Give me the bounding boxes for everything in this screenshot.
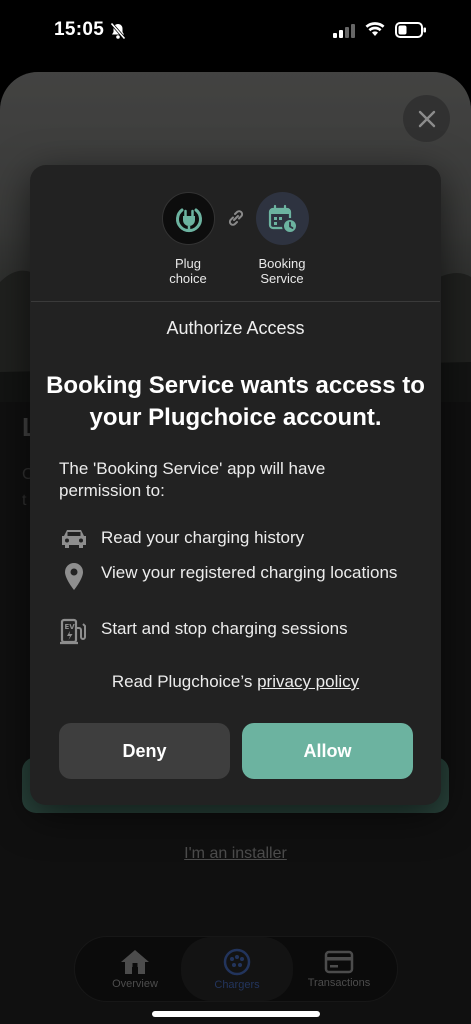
dialog-divider <box>31 301 440 302</box>
cellular-signal-icon <box>333 24 355 43</box>
plug-logo-icon <box>175 208 202 232</box>
privacy-prefix: Read Plugchoice’s <box>111 672 253 691</box>
allow-button[interactable]: Allow <box>242 723 413 779</box>
privacy-line: Read Plugchoice’s privacy policy <box>30 672 441 692</box>
car-icon <box>59 527 89 551</box>
permission-text: Start and stop charging sessions <box>101 619 348 638</box>
permission-item: Read your charging history <box>59 527 401 551</box>
status-bar: 15:05 <box>0 0 471 62</box>
deny-button[interactable]: Deny <box>59 723 230 779</box>
plugchoice-label: Plug choice <box>169 256 207 286</box>
dialog-title: Authorize Access <box>166 318 305 338</box>
ev-charger-icon: EV <box>59 618 89 646</box>
booking-service-app-logo <box>256 192 309 245</box>
dialog-intro: The 'Booking Service' app will have perm… <box>59 459 326 500</box>
status-time: 15:05 <box>54 19 105 40</box>
battery-icon <box>395 22 427 43</box>
permission-text: Read your charging history <box>101 528 305 547</box>
booking-service-label: Booking Service <box>258 256 306 286</box>
home-indicator[interactable] <box>152 1011 320 1017</box>
permission-text: View your registered charging locations <box>101 563 398 582</box>
location-pin-icon <box>59 562 89 592</box>
plugchoice-app-logo <box>162 192 215 245</box>
permission-item: View your registered charging locations <box>59 562 401 592</box>
svg-text:EV: EV <box>65 623 76 631</box>
wifi-icon <box>365 21 385 42</box>
calendar-clock-icon <box>268 204 298 234</box>
dialog-headline: Booking Service wants access to your Plu… <box>46 372 425 431</box>
link-icon <box>225 207 247 234</box>
permission-item: EV Start and stop charging sessions <box>59 618 401 646</box>
mute-bell-icon <box>110 22 126 45</box>
privacy-policy-link[interactable]: privacy policy <box>257 672 359 691</box>
